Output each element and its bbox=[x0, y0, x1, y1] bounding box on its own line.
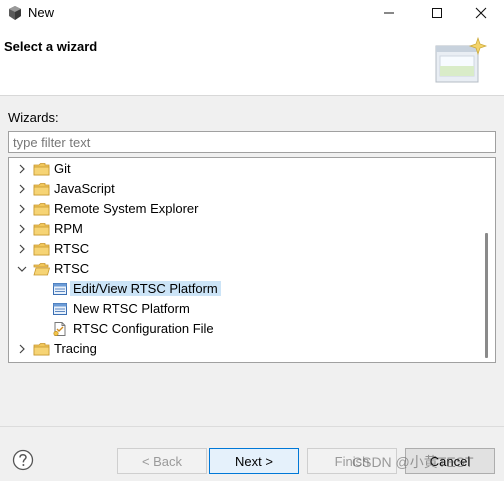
minimize-icon bbox=[384, 12, 394, 14]
chevron-right-icon[interactable] bbox=[16, 343, 28, 355]
tree-item-label: RTSC bbox=[54, 261, 90, 276]
page-title: Select a wizard bbox=[4, 39, 98, 54]
tree-item-tracing[interactable]: Tracing bbox=[9, 339, 479, 359]
folder-open-icon bbox=[33, 263, 50, 276]
tree-item-git[interactable]: Git bbox=[9, 159, 479, 179]
maximize-button[interactable] bbox=[414, 0, 460, 26]
filter-input[interactable] bbox=[8, 131, 496, 153]
folder-icon bbox=[33, 243, 50, 256]
tree-scrollbar[interactable] bbox=[478, 158, 495, 362]
wizard-banner-icon bbox=[435, 36, 488, 83]
close-icon bbox=[475, 7, 487, 19]
wizard-tree[interactable]: Git JavaScript Remote System Explorer RP… bbox=[8, 157, 496, 363]
back-button[interactable]: < Back bbox=[117, 448, 207, 474]
next-button[interactable]: Next > bbox=[209, 448, 299, 474]
tree-item-label: Git bbox=[54, 161, 71, 176]
tree-item-label: Tracing bbox=[54, 341, 97, 356]
title-bar: New bbox=[0, 0, 504, 26]
tree-item-label: Remote System Explorer bbox=[54, 201, 199, 216]
tree-item-label: JavaScript bbox=[54, 181, 115, 196]
minimize-button[interactable] bbox=[366, 0, 412, 26]
watermark: CSDN @小黄TEST bbox=[352, 454, 474, 470]
platform-file-icon bbox=[53, 303, 67, 315]
chevron-right-icon[interactable] bbox=[16, 243, 28, 255]
tree-item-label: Edit/View RTSC Platform bbox=[70, 281, 221, 296]
footer-divider bbox=[0, 426, 504, 427]
folder-icon bbox=[33, 183, 50, 196]
folder-icon bbox=[33, 203, 50, 216]
tree-item-new-rtsc-platform[interactable]: New RTSC Platform bbox=[9, 299, 479, 319]
tree-item-label: New RTSC Platform bbox=[73, 301, 190, 316]
chevron-right-icon[interactable] bbox=[16, 223, 28, 235]
wizards-label: Wizards: bbox=[8, 110, 59, 125]
folder-icon bbox=[33, 163, 50, 176]
tree-item-label: RTSC Configuration File bbox=[73, 321, 214, 336]
help-icon[interactable] bbox=[12, 449, 34, 471]
platform-file-icon bbox=[53, 283, 67, 295]
tree-item-edit-view-rtsc-platform[interactable]: Edit/View RTSC Platform bbox=[9, 279, 479, 299]
tree-item-remote-system-explorer[interactable]: Remote System Explorer bbox=[9, 199, 479, 219]
app-icon bbox=[9, 6, 21, 20]
chevron-right-icon[interactable] bbox=[16, 163, 28, 175]
maximize-icon bbox=[432, 8, 442, 18]
chevron-right-icon[interactable] bbox=[16, 203, 28, 215]
tree-item-rtsc[interactable]: RTSC bbox=[9, 239, 479, 259]
close-button[interactable] bbox=[458, 0, 504, 26]
tree-item-label: RPM bbox=[54, 221, 83, 236]
tree-item-rtsc-expanded[interactable]: RTSC bbox=[9, 259, 479, 279]
scrollbar-thumb[interactable] bbox=[485, 233, 488, 358]
tree-item-rpm[interactable]: RPM bbox=[9, 219, 479, 239]
chevron-right-icon[interactable] bbox=[16, 183, 28, 195]
config-file-icon bbox=[53, 322, 66, 337]
chevron-down-icon[interactable] bbox=[16, 263, 28, 275]
folder-icon bbox=[33, 343, 50, 356]
tree-item-javascript[interactable]: JavaScript bbox=[9, 179, 479, 199]
folder-icon bbox=[33, 223, 50, 236]
tree-item-label: RTSC bbox=[54, 241, 90, 256]
wizard-header: Select a wizard bbox=[0, 26, 504, 96]
window-title: New bbox=[28, 5, 55, 20]
tree-item-rtsc-configuration-file[interactable]: RTSC Configuration File bbox=[9, 319, 479, 339]
